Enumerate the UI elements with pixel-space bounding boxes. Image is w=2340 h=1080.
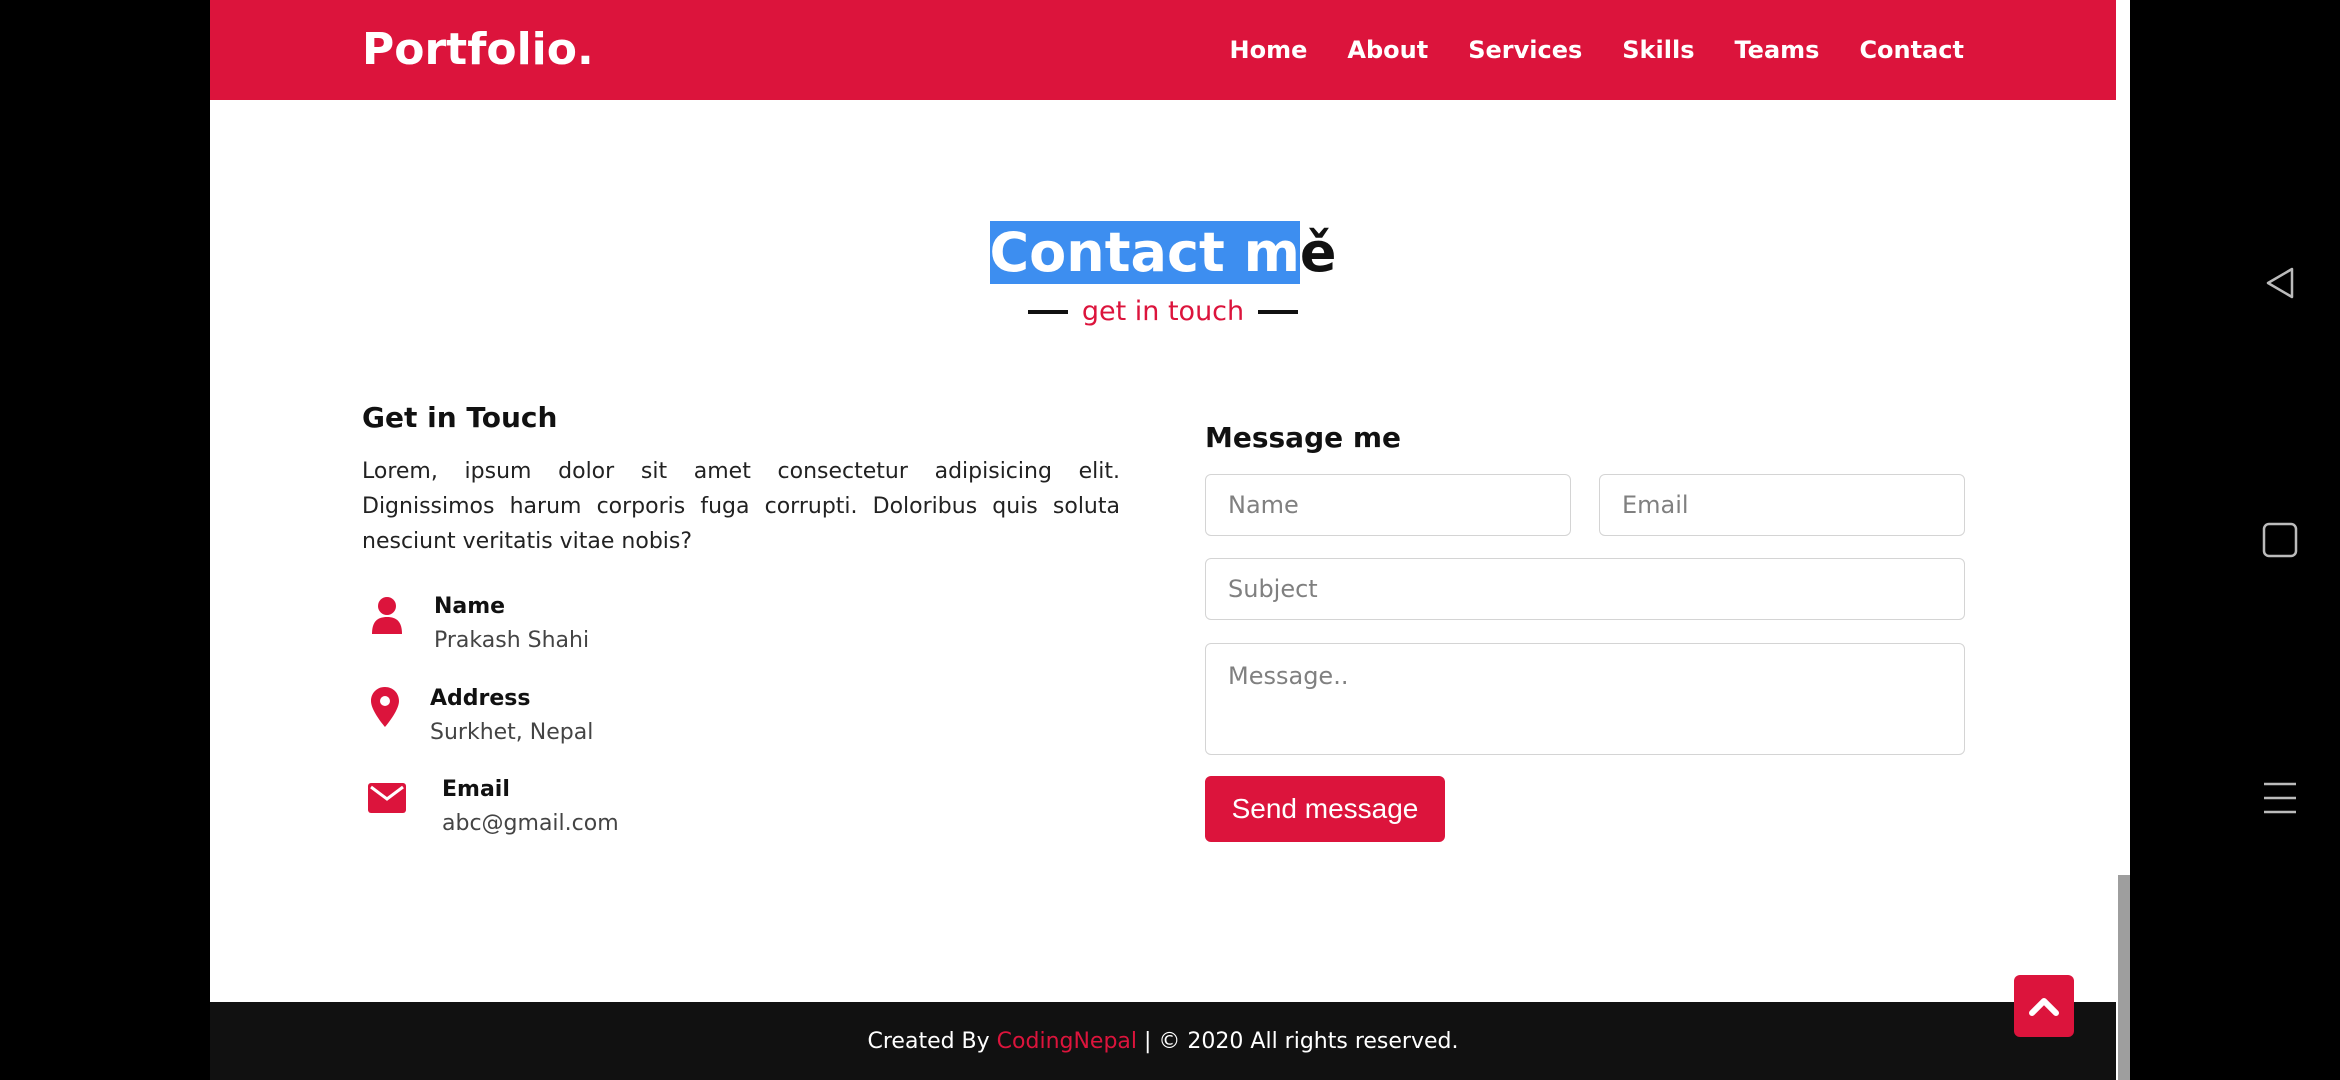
nav-services[interactable]: Services — [1468, 32, 1582, 68]
scroll-to-top-button[interactable] — [2014, 975, 2074, 1037]
message-me-column: Message me — [1205, 418, 1965, 458]
subject-input[interactable] — [1205, 558, 1965, 620]
title-rest: ě — [1299, 221, 1337, 284]
footer-prefix: Created By — [867, 1029, 997, 1054]
nav-contact[interactable]: Contact — [1859, 32, 1964, 68]
nav-home[interactable]: Home — [1230, 32, 1308, 68]
nav-about[interactable]: About — [1347, 32, 1428, 68]
menu-icon[interactable] — [2259, 777, 2301, 819]
footer-suffix: | © 2020 All rights reserved. — [1137, 1029, 1459, 1054]
info-address: Address Surkhet, Nepal — [362, 682, 593, 750]
section-subtitle: get in touch — [210, 294, 2116, 330]
footer-brand-link[interactable]: CodingNepal — [997, 1029, 1137, 1054]
info-label-name: Name — [434, 594, 506, 619]
send-message-button[interactable]: Send message — [1205, 776, 1445, 842]
nav-skills[interactable]: Skills — [1622, 32, 1694, 68]
get-in-touch-heading: Get in Touch — [362, 401, 558, 434]
subtitle-text: get in touch — [1081, 296, 1245, 327]
web-page: Portfolio. Home About Services Skills Te… — [210, 0, 2116, 1080]
footer-text: Created By CodingNepal | © 2020 All righ… — [868, 1024, 1459, 1060]
section-header: Contact mě get in touch — [210, 218, 2116, 330]
info-email: Email abc@gmail.com — [362, 773, 619, 841]
info-value-address: Surkhet, Nepal — [430, 720, 594, 745]
user-icon — [362, 590, 412, 640]
logo[interactable]: Portfolio. — [362, 18, 594, 82]
envelope-icon — [362, 773, 412, 823]
name-input[interactable] — [1205, 474, 1571, 536]
info-label-email: Email — [442, 777, 510, 802]
section-title: Contact mě — [989, 218, 1337, 288]
email-input[interactable] — [1599, 474, 1965, 536]
back-icon[interactable] — [2259, 262, 2301, 304]
info-name: Name Prakash Shahi — [362, 590, 589, 658]
info-value-name: Prakash Shahi — [434, 628, 590, 653]
nav-teams[interactable]: Teams — [1734, 32, 1819, 68]
message-textarea[interactable] — [1205, 643, 1965, 755]
navbar: Portfolio. Home About Services Skills Te… — [210, 0, 2116, 100]
divider-left — [1027, 310, 1068, 314]
get-in-touch-text: Lorem, ipsum dolor sit amet consectetur … — [362, 459, 1120, 554]
home-icon[interactable] — [2259, 519, 2301, 561]
get-in-touch-column: Get in Touch Lorem, ipsum dolor sit amet… — [362, 398, 1120, 559]
info-label-address: Address — [430, 686, 531, 711]
message-me-heading: Message me — [1205, 421, 1402, 454]
footer: Created By CodingNepal | © 2020 All righ… — [210, 1002, 2116, 1080]
selected-text: Contact m — [989, 221, 1300, 284]
info-value-email: abc@gmail.com — [442, 811, 619, 836]
nav-menu: Home About Services Skills Teams Contact — [1230, 32, 1964, 68]
chevron-up-icon — [2029, 998, 2059, 1016]
scrollbar-thumb[interactable] — [2118, 875, 2130, 1080]
map-marker-icon — [362, 682, 408, 732]
divider-right — [1258, 310, 1299, 314]
android-nav-bar — [2130, 0, 2340, 1080]
